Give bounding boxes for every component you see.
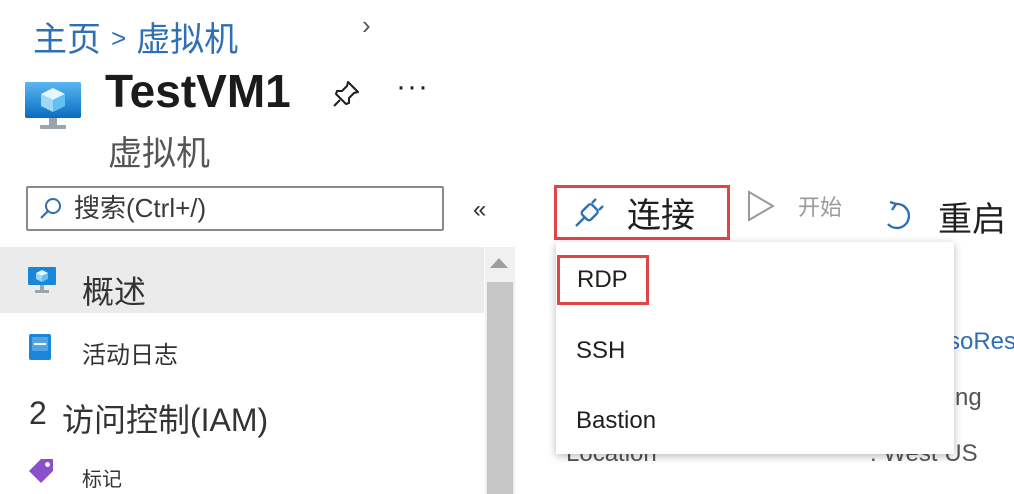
start-button[interactable]: 开始	[746, 190, 842, 222]
sidebar-item-label: 访问控制(IAM)	[62, 402, 269, 438]
plug-icon	[575, 197, 604, 227]
start-label: 开始	[798, 195, 843, 220]
more-options-button[interactable]: ···	[396, 70, 429, 104]
search-box[interactable]	[26, 186, 444, 231]
restart-button[interactable]: 重启	[882, 192, 1006, 241]
play-icon	[748, 190, 775, 222]
menu-item-rdp[interactable]: RDP	[557, 255, 649, 305]
connect-button[interactable]: 连接	[554, 185, 730, 240]
restart-label: 重启	[938, 201, 1006, 239]
connect-label: 连接	[627, 197, 695, 235]
sidebar-item-label: 标记	[82, 469, 122, 491]
resource-group-link[interactable]: soRes	[948, 328, 1014, 356]
menu-item-bastion[interactable]: Bastion	[576, 407, 656, 435]
scrollbar-thumb[interactable]	[487, 282, 513, 494]
breadcrumb-home[interactable]: 主页	[33, 21, 101, 59]
sidebar-item-overview[interactable]: 概述	[0, 247, 484, 313]
rdp-label: RDP	[577, 266, 628, 293]
restart-icon	[887, 200, 911, 229]
scroll-up-icon[interactable]	[490, 258, 508, 268]
sidebar-item-tags[interactable]: 标记	[0, 443, 484, 494]
sidebar-item-access-control[interactable]: 2 访问控制(IAM)	[0, 383, 484, 443]
people-icon: 2	[29, 395, 47, 431]
tag-icon	[29, 459, 53, 483]
status-value: ng	[955, 384, 982, 411]
breadcrumb-separator: >	[111, 23, 127, 53]
pin-icon[interactable]	[330, 78, 362, 110]
breadcrumb: 主页 > 虚拟机	[33, 12, 238, 61]
monitor-icon	[28, 267, 56, 293]
page-title: TestVM1	[105, 65, 291, 117]
vm-monitor-icon	[25, 82, 81, 129]
breadcrumb-current[interactable]: 虚拟机	[136, 21, 238, 59]
breadcrumb-chevron-icon: ›	[362, 10, 371, 40]
sidebar-item-activity-log[interactable]: 活动日志	[0, 313, 484, 383]
menu-item-ssh[interactable]: SSH	[576, 337, 625, 365]
search-icon	[40, 197, 61, 219]
sidebar-item-label: 概述	[82, 274, 147, 310]
log-icon	[29, 334, 51, 360]
sidebar-item-label: 活动日志	[82, 342, 178, 369]
page-subtitle: 虚拟机	[108, 135, 210, 173]
search-input[interactable]	[72, 192, 416, 225]
collapse-sidebar-button[interactable]: «	[473, 196, 486, 224]
